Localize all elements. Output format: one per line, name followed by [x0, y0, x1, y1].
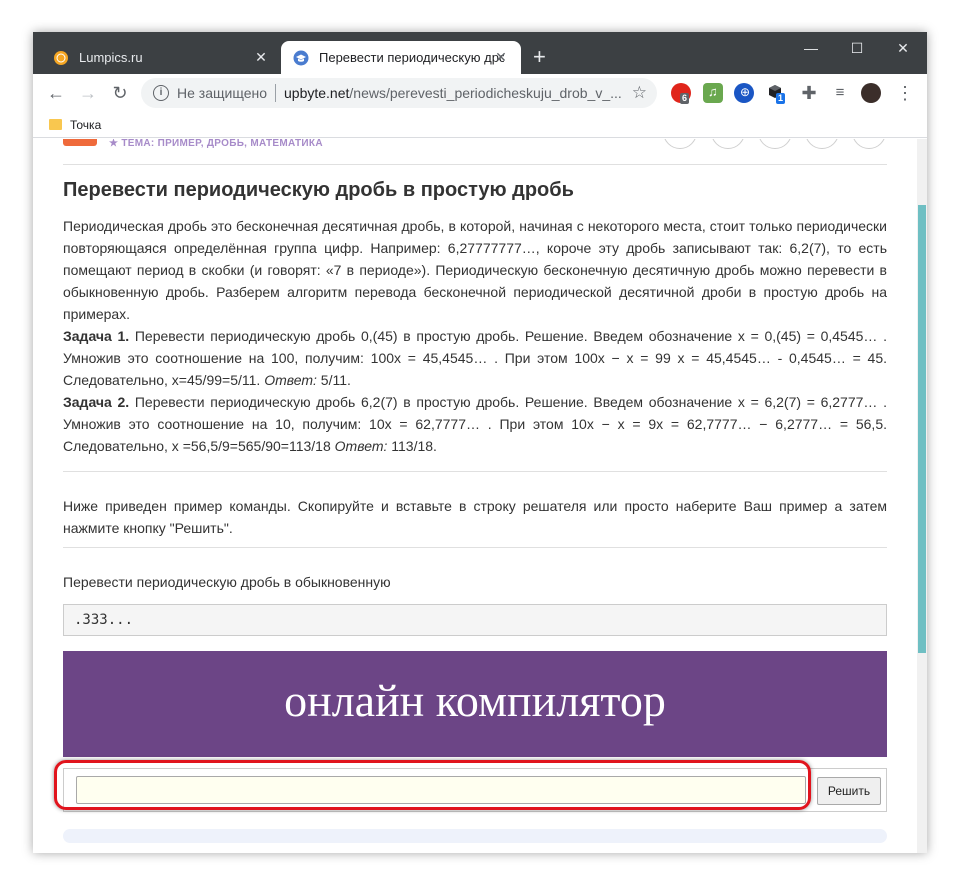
- bookmarks-bar: Точка: [33, 112, 927, 138]
- divider: [275, 84, 276, 102]
- article-intro: Периодическая дробь это бесконечная деся…: [63, 218, 887, 322]
- toolbar: ← → ↻ i Не защищено upbyte.net/news/pere…: [33, 74, 927, 112]
- divider: [63, 547, 887, 548]
- info-icon[interactable]: i: [153, 85, 169, 101]
- forward-arrow-icon[interactable]: →: [77, 82, 99, 104]
- article-body: Периодическая дробь это бесконечная деся…: [63, 215, 887, 457]
- solve-button[interactable]: Решить: [817, 777, 881, 805]
- box-icon[interactable]: 1: [766, 83, 786, 104]
- extension-badge: 6: [680, 93, 690, 104]
- menu-kebab-icon[interactable]: ⋮: [894, 82, 916, 104]
- maximize-button[interactable]: ☐: [845, 40, 869, 58]
- article-title: Перевести периодическую дробь в простую …: [63, 179, 574, 201]
- scrollbar-thumb[interactable]: [918, 205, 926, 653]
- lumpics-favicon-icon: [54, 50, 68, 65]
- task-1-label: Задача 1.: [63, 328, 130, 344]
- folder-icon: [49, 119, 62, 130]
- task-2: Задача 2. Перевести периодическую дробь …: [63, 391, 887, 457]
- article-tags[interactable]: ★ ТЕМА: ПРИМЕР, ДРОБЬ, МАТЕМАТИКА: [109, 139, 323, 149]
- example-label: Перевести периодическую дробь в обыкнове…: [63, 574, 391, 590]
- close-tab-icon[interactable]: ✕: [253, 49, 269, 66]
- new-tab-button[interactable]: +: [533, 46, 546, 68]
- title-bar: Lumpics.ru ✕ Перевести периодическую дро…: [33, 32, 927, 74]
- tab-lumpics[interactable]: Lumpics.ru ✕: [41, 41, 281, 74]
- share-button[interactable]: [663, 139, 697, 149]
- close-window-button[interactable]: ✕: [891, 40, 915, 58]
- puzzle-icon[interactable]: ✚: [798, 82, 820, 104]
- avatar[interactable]: [861, 83, 881, 103]
- share-button[interactable]: [758, 139, 792, 149]
- address-bar[interactable]: i Не защищено upbyte.net/news/perevesti_…: [141, 78, 657, 108]
- task-2-answer: 113/18.: [387, 438, 437, 454]
- solver-instructions: Ниже приведен пример команды. Скопируйте…: [63, 498, 887, 536]
- share-button[interactable]: [711, 139, 745, 149]
- solver-input[interactable]: [76, 776, 806, 804]
- opera-icon[interactable]: 6: [671, 83, 691, 104]
- article-meta-strip: ★ ТЕМА: ПРИМЕР, ДРОБЬ, МАТЕМАТИКА: [63, 139, 887, 165]
- page-viewport: ★ ТЕМА: ПРИМЕР, ДРОБЬ, МАТЕМАТИКА Переве…: [33, 139, 927, 853]
- browser-window: Lumpics.ru ✕ Перевести периодическую дро…: [33, 32, 927, 853]
- online-compiler-banner: онлайн компилятор: [63, 651, 887, 757]
- task-2-label: Задача 2.: [63, 394, 130, 410]
- task-1: Задача 1. Перевести периодическую дробь …: [63, 325, 887, 391]
- scrollbar[interactable]: [917, 139, 927, 853]
- extension-badge: 1: [776, 93, 786, 104]
- share-button[interactable]: [852, 139, 886, 149]
- task-1-answer: 5/11.: [316, 372, 351, 388]
- share-button[interactable]: [805, 139, 839, 149]
- playlist-icon[interactable]: ≡: [829, 82, 851, 104]
- task-1-text: Перевести периодическую дробь 0,(45) в п…: [63, 328, 887, 388]
- tab-upbyte[interactable]: Перевести периодическую дроб ✕: [281, 41, 521, 74]
- divider: [63, 471, 887, 472]
- graduation-cap-icon: [293, 50, 309, 65]
- url-path: /news/perevesti_periodicheskuju_drob_v_.…: [349, 85, 622, 101]
- security-status: Не защищено: [177, 85, 267, 101]
- task-1-answer-label: Ответ:: [264, 372, 317, 388]
- vpn-icon[interactable]: ⊕: [734, 83, 754, 103]
- close-tab-icon[interactable]: ✕: [493, 49, 509, 66]
- back-arrow-icon[interactable]: ←: [45, 82, 67, 104]
- reload-icon[interactable]: ↻: [109, 82, 131, 104]
- music-icon[interactable]: ♫: [703, 83, 723, 103]
- tab-title: Lumpics.ru: [79, 50, 143, 65]
- url-host: upbyte.net: [284, 85, 350, 101]
- solver-form: Решить: [63, 768, 887, 812]
- bookmark-folder[interactable]: Точка: [70, 118, 101, 132]
- task-2-answer-label: Ответ:: [334, 438, 388, 454]
- next-section: [63, 829, 887, 843]
- minimize-button[interactable]: —: [799, 40, 823, 58]
- task-2-text: Перевести периодическую дробь 6,2(7) в п…: [63, 394, 887, 454]
- bookmark-star-icon[interactable]: ☆: [632, 83, 647, 103]
- category-badge: [63, 139, 97, 146]
- tab-title: Перевести периодическую дроб: [319, 50, 504, 65]
- example-command[interactable]: .333...: [63, 604, 887, 636]
